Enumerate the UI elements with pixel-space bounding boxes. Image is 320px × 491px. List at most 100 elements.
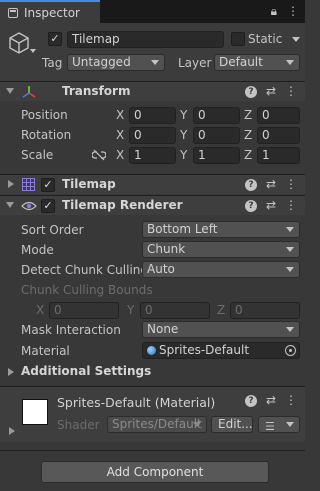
- bounds-x-field: 0: [49, 302, 119, 319]
- transform-title: Transform: [62, 84, 131, 98]
- presets-icon[interactable]: ⇄: [266, 84, 276, 98]
- renderer-body: Sort Order Bottom Left Mode Chunk Detect…: [0, 215, 305, 386]
- static-checkbox[interactable]: [231, 32, 245, 46]
- additional-settings-label[interactable]: Additional Settings: [21, 364, 151, 378]
- bounds-z-axis-label: Z: [217, 303, 226, 317]
- presets-icon[interactable]: ⇄: [266, 393, 276, 407]
- bounds-y-field: 0: [140, 302, 210, 319]
- foldout-arrow-icon[interactable]: [8, 180, 14, 188]
- transform-header-icons: ? ⇄ ⋮: [244, 84, 297, 98]
- transform-header[interactable]: Transform ? ⇄ ⋮: [0, 81, 305, 101]
- lock-icon[interactable]: 🔒︎: [271, 4, 277, 19]
- list-icon: ☰: [265, 420, 275, 433]
- axis-x-label: X: [116, 128, 125, 142]
- mask-interaction-value: None: [147, 322, 179, 336]
- tilemap-header-icons: ? ⇄ ⋮: [244, 177, 297, 191]
- position-y-field[interactable]: 0: [193, 107, 240, 124]
- material-foldout-icon[interactable]: [9, 427, 15, 435]
- foldout-arrow-icon[interactable]: [6, 202, 14, 208]
- culling-value: Auto: [147, 262, 175, 276]
- inspector-icon: [8, 7, 18, 18]
- sort-order-label: Sort Order: [21, 223, 84, 237]
- help-icon[interactable]: ?: [244, 395, 257, 407]
- material-label: Material: [21, 344, 70, 358]
- chevron-down-icon: [193, 422, 201, 427]
- material-sphere-icon: [147, 346, 156, 355]
- shader-value: Sprites/Default: [112, 417, 202, 431]
- scale-z-field[interactable]: 1: [257, 147, 300, 164]
- chevron-down-icon: [286, 247, 294, 252]
- more-options-icon[interactable]: ⋮: [285, 84, 297, 98]
- presets-icon[interactable]: ⇄: [266, 198, 276, 212]
- more-options-icon[interactable]: ⋮: [285, 198, 297, 212]
- object-header: ✓ Tilemap Static Tag Untagged Layer Defa…: [0, 23, 305, 81]
- material-header-icons: ? ⇄ ⋮: [244, 393, 297, 407]
- material-value: Sprites-Default: [159, 343, 250, 357]
- presets-icon[interactable]: ⇄: [266, 177, 276, 191]
- additional-settings-foldout-icon[interactable]: [8, 368, 14, 376]
- tag-dropdown[interactable]: Untagged: [67, 54, 165, 71]
- material-preview-swatch: [22, 399, 48, 425]
- position-label: Position: [21, 108, 68, 122]
- bounds-z-field: 0: [230, 302, 300, 319]
- chevron-down-icon: [286, 267, 294, 272]
- mode-label: Mode: [21, 243, 54, 257]
- chevron-down-icon: [286, 422, 294, 427]
- help-icon[interactable]: ?: [244, 200, 257, 212]
- bounds-x-axis-label: X: [36, 303, 45, 317]
- material-field[interactable]: Sprites-Default: [142, 342, 300, 359]
- transform-icon: [22, 86, 36, 98]
- layer-dropdown[interactable]: Default: [214, 54, 300, 71]
- culling-dropdown[interactable]: Auto: [142, 261, 300, 278]
- more-options-icon[interactable]: ⋮: [287, 4, 299, 19]
- rotation-x-field[interactable]: 0: [129, 127, 176, 144]
- sort-order-dropdown[interactable]: Bottom Left: [142, 221, 300, 238]
- help-icon[interactable]: ?: [244, 86, 257, 98]
- shader-options-dropdown[interactable]: ☰: [258, 416, 300, 433]
- material-title: Sprites-Default (Material): [57, 395, 216, 410]
- scale-x-field[interactable]: 1: [129, 147, 176, 164]
- tilemap-renderer-title: Tilemap Renderer: [62, 198, 183, 212]
- axis-x-label: X: [116, 108, 125, 122]
- mask-interaction-dropdown[interactable]: None: [142, 321, 300, 338]
- tilemap-header[interactable]: ✓ Tilemap ? ⇄ ⋮: [0, 174, 305, 194]
- chevron-down-icon: [286, 327, 294, 332]
- position-x-field[interactable]: 0: [129, 107, 176, 124]
- axis-z-label: Z: [244, 128, 253, 142]
- add-component-button[interactable]: Add Component: [41, 461, 269, 483]
- active-checkbox[interactable]: ✓: [48, 32, 62, 46]
- tilemap-title: Tilemap: [62, 177, 116, 191]
- more-options-icon[interactable]: ⋮: [285, 177, 297, 191]
- tab-label: Inspector: [24, 5, 80, 20]
- scale-label: Scale: [21, 148, 54, 162]
- edit-shader-button[interactable]: Edit...: [211, 416, 253, 433]
- tab-inspector[interactable]: Inspector: [0, 0, 100, 23]
- position-z-field[interactable]: 0: [257, 107, 300, 124]
- tilemap-enabled-checkbox[interactable]: ✓: [41, 178, 55, 192]
- object-name-field[interactable]: Tilemap: [67, 31, 224, 48]
- layer-value: Default: [219, 55, 263, 69]
- scale-y-field[interactable]: 1: [193, 147, 240, 164]
- help-icon[interactable]: ?: [244, 179, 257, 191]
- axis-z-label: Z: [244, 108, 253, 122]
- object-picker-icon[interactable]: [285, 345, 296, 356]
- tilemap-renderer-header[interactable]: ✓ Tilemap Renderer ? ⇄ ⋮: [0, 195, 305, 215]
- more-options-icon[interactable]: ⋮: [285, 393, 297, 407]
- constrain-proportions-icon[interactable]: [92, 149, 106, 161]
- icon-dropdown-arrow[interactable]: [30, 49, 36, 53]
- rotation-label: Rotation: [21, 128, 72, 142]
- mode-dropdown[interactable]: Chunk: [142, 241, 300, 258]
- renderer-enabled-checkbox[interactable]: ✓: [41, 199, 55, 213]
- layer-label: Layer: [178, 56, 212, 70]
- tab-bar: Inspector 🔒︎ ⋮: [0, 0, 305, 23]
- bounds-label: Chunk Culling Bounds: [21, 283, 153, 297]
- rotation-z-field[interactable]: 0: [257, 127, 300, 144]
- axis-y-label: Y: [180, 108, 188, 122]
- gameobject-icon: [9, 32, 29, 54]
- static-dropdown-arrow[interactable]: [292, 37, 300, 42]
- axis-y-label: Y: [180, 128, 188, 142]
- chevron-down-icon: [286, 227, 294, 232]
- rotation-y-field[interactable]: 0: [193, 127, 240, 144]
- foldout-arrow-icon[interactable]: [6, 88, 14, 94]
- tag-value: Untagged: [72, 55, 131, 69]
